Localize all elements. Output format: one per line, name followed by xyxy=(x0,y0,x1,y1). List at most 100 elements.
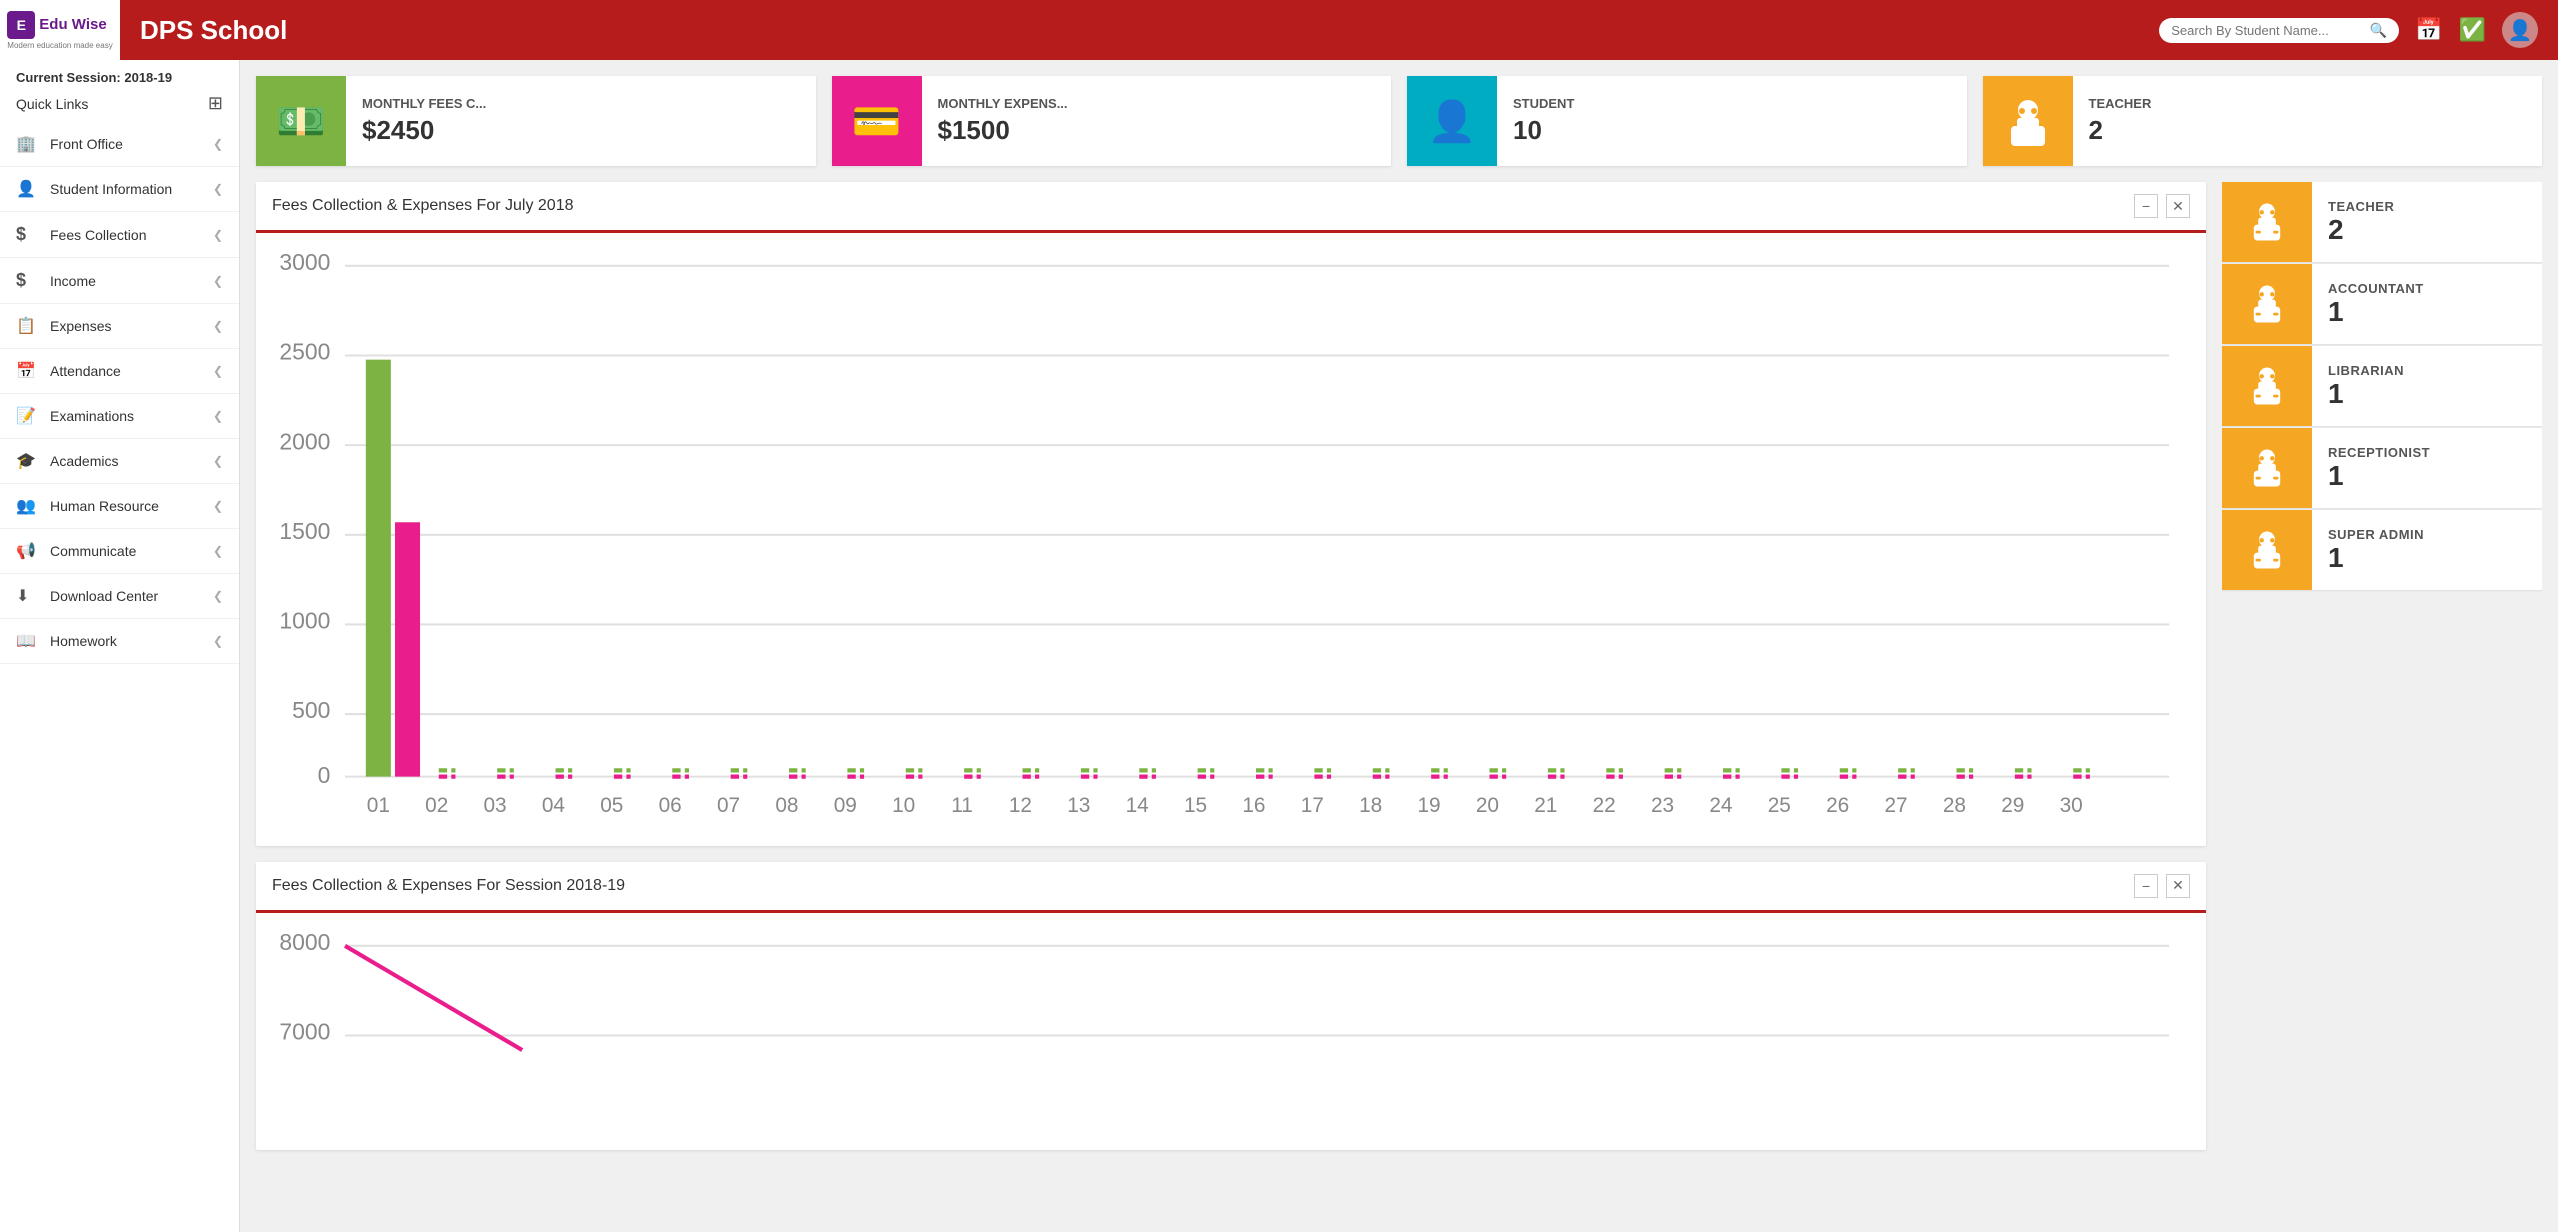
sidebar-item-income[interactable]: $ Income ❮ xyxy=(0,258,239,304)
july-chart-panel: Fees Collection & Expenses For July 2018… xyxy=(256,182,2206,846)
avatar[interactable]: 👤 xyxy=(2502,12,2538,48)
sidebar-item-download-center[interactable]: ⬇ Download Center ❮ xyxy=(0,574,239,619)
sidebar-item-attendance[interactable]: 📅 Attendance ❮ xyxy=(0,349,239,394)
svg-text:23: 23 xyxy=(1651,794,1674,817)
svg-text:19: 19 xyxy=(1417,794,1440,817)
svg-text:29: 29 xyxy=(2001,794,2024,817)
grid-icon[interactable]: ⊞ xyxy=(208,93,223,114)
student-icon: 👤 xyxy=(1427,98,1477,145)
svg-text:13: 13 xyxy=(1067,794,1090,817)
sidebar-item-human-resource[interactable]: 👥 Human Resource ❮ xyxy=(0,484,239,529)
header-right: 🔍 📅 ✅ 👤 xyxy=(2159,12,2538,48)
monthly-fees-info: MONTHLY FEES C... $2450 xyxy=(346,84,502,158)
svg-text:2000: 2000 xyxy=(279,428,330,454)
sidebar-item-student-information[interactable]: 👤 Student Information ❮ xyxy=(0,167,239,212)
teacher-role-info: TEACHER 2 xyxy=(2312,187,2410,258)
teacher-label: TEACHER xyxy=(2089,96,2152,111)
main-content: 💵 MONTHLY FEES C... $2450 💳 MONTHLY EXPE… xyxy=(240,60,2558,1232)
student-icon-box: 👤 xyxy=(1407,76,1497,166)
sidebar-item-academics[interactable]: 🎓 Academics ❮ xyxy=(0,439,239,484)
role-card-accountant: ACCOUNTANT 1 xyxy=(2222,264,2542,344)
attendance-icon: 📅 xyxy=(16,361,40,381)
receptionist-role-icon xyxy=(2245,446,2289,490)
communicate-icon: 📢 xyxy=(16,541,40,561)
right-panel: TEACHER 2 xyxy=(2222,182,2542,1216)
monthly-expenses-info: MONTHLY EXPENS... $1500 xyxy=(922,84,1084,158)
svg-text:05: 05 xyxy=(600,794,623,817)
svg-text:20: 20 xyxy=(1476,794,1499,817)
svg-text:11: 11 xyxy=(951,794,973,817)
monthly-fees-value: $2450 xyxy=(362,115,486,146)
role-card-librarian: LIBRARIAN 1 xyxy=(2222,346,2542,426)
homework-icon: 📖 xyxy=(16,631,40,651)
download-arrow: ❮ xyxy=(213,589,223,603)
search-box[interactable]: 🔍 xyxy=(2159,18,2399,43)
fees-icon: $ xyxy=(16,224,40,245)
teacher-info: TEACHER 2 xyxy=(2073,84,2168,158)
sidebar-item-expenses[interactable]: 📋 Expenses ❮ xyxy=(0,304,239,349)
monthly-expenses-label: MONTHLY EXPENS... xyxy=(938,96,1068,111)
academics-icon: 🎓 xyxy=(16,451,40,471)
role-card-super-admin: SUPER ADMIN 1 xyxy=(2222,510,2542,590)
super-admin-role-icon xyxy=(2245,528,2289,572)
receptionist-role-info: RECEPTIONIST 1 xyxy=(2312,433,2446,504)
search-input[interactable] xyxy=(2171,23,2370,38)
header: E Edu Wise Modern education made easy DP… xyxy=(0,0,2558,60)
session-chart-minimize[interactable]: − xyxy=(2134,874,2158,898)
front-office-label: Front Office xyxy=(50,136,213,152)
school-name: DPS School xyxy=(140,15,2159,46)
academics-label: Academics xyxy=(50,453,213,469)
logo-title: Edu Wise xyxy=(39,16,106,33)
student-value: 10 xyxy=(1513,115,1574,146)
svg-text:24: 24 xyxy=(1709,794,1732,817)
session-info: Current Session: 2018-19 xyxy=(0,60,239,89)
front-office-arrow: ❮ xyxy=(213,137,223,151)
teacher-icon-box xyxy=(1983,76,2073,166)
hr-arrow: ❮ xyxy=(213,499,223,513)
svg-text:14: 14 xyxy=(1126,794,1149,817)
july-chart-close[interactable]: ✕ xyxy=(2166,194,2190,218)
student-info-label: Student Information xyxy=(50,181,213,197)
logo-area: E Edu Wise Modern education made easy xyxy=(0,0,120,60)
svg-text:500: 500 xyxy=(292,697,330,723)
income-label: Income xyxy=(50,273,213,289)
librarian-role-name: LIBRARIAN xyxy=(2328,363,2404,378)
examinations-arrow: ❮ xyxy=(213,409,223,423)
calendar-icon[interactable]: 📅 xyxy=(2415,17,2442,43)
student-info-icon: 👤 xyxy=(16,179,40,199)
sidebar-item-front-office[interactable]: 🏢 Front Office ❮ xyxy=(0,122,239,167)
svg-text:27: 27 xyxy=(1884,794,1907,817)
hr-label: Human Resource xyxy=(50,498,213,514)
svg-text:15: 15 xyxy=(1184,794,1207,817)
accountant-role-name: ACCOUNTANT xyxy=(2328,281,2424,296)
svg-text:3000: 3000 xyxy=(279,249,330,275)
sidebar-item-communicate[interactable]: 📢 Communicate ❮ xyxy=(0,529,239,574)
sidebar-item-fees-collection[interactable]: $ Fees Collection ❮ xyxy=(0,212,239,258)
july-chart-title: Fees Collection & Expenses For July 2018 xyxy=(272,197,573,215)
librarian-role-icon xyxy=(2245,364,2289,408)
stat-card-student: 👤 STUDENT 10 xyxy=(1407,76,1967,166)
tasks-icon[interactable]: ✅ xyxy=(2459,17,2486,43)
teacher-role-count: 2 xyxy=(2328,214,2394,246)
session-chart-close[interactable]: ✕ xyxy=(2166,874,2190,898)
monthly-expenses-icon-box: 💳 xyxy=(832,76,922,166)
download-label: Download Center xyxy=(50,588,213,604)
svg-text:12: 12 xyxy=(1009,794,1032,817)
logo-subtitle: Modern education made easy xyxy=(7,41,112,50)
july-chart-minimize[interactable]: − xyxy=(2134,194,2158,218)
svg-text:18: 18 xyxy=(1359,794,1382,817)
svg-text:04: 04 xyxy=(542,794,565,817)
sidebar-item-examinations[interactable]: 📝 Examinations ❮ xyxy=(0,394,239,439)
homework-label: Homework xyxy=(50,633,213,649)
july-chart-body: 3000 2500 2000 1500 1000 500 0 xyxy=(256,233,2206,846)
svg-text:10: 10 xyxy=(892,794,915,817)
super-admin-role-info: SUPER ADMIN 1 xyxy=(2312,515,2440,586)
stat-card-monthly-expenses: 💳 MONTHLY EXPENS... $1500 xyxy=(832,76,1392,166)
examinations-label: Examinations xyxy=(50,408,213,424)
sidebar-item-homework[interactable]: 📖 Homework ❮ xyxy=(0,619,239,664)
download-icon: ⬇ xyxy=(16,586,40,606)
role-card-teacher: TEACHER 2 xyxy=(2222,182,2542,262)
svg-text:07: 07 xyxy=(717,794,740,817)
july-chart-controls: − ✕ xyxy=(2134,194,2190,218)
examinations-icon: 📝 xyxy=(16,406,40,426)
